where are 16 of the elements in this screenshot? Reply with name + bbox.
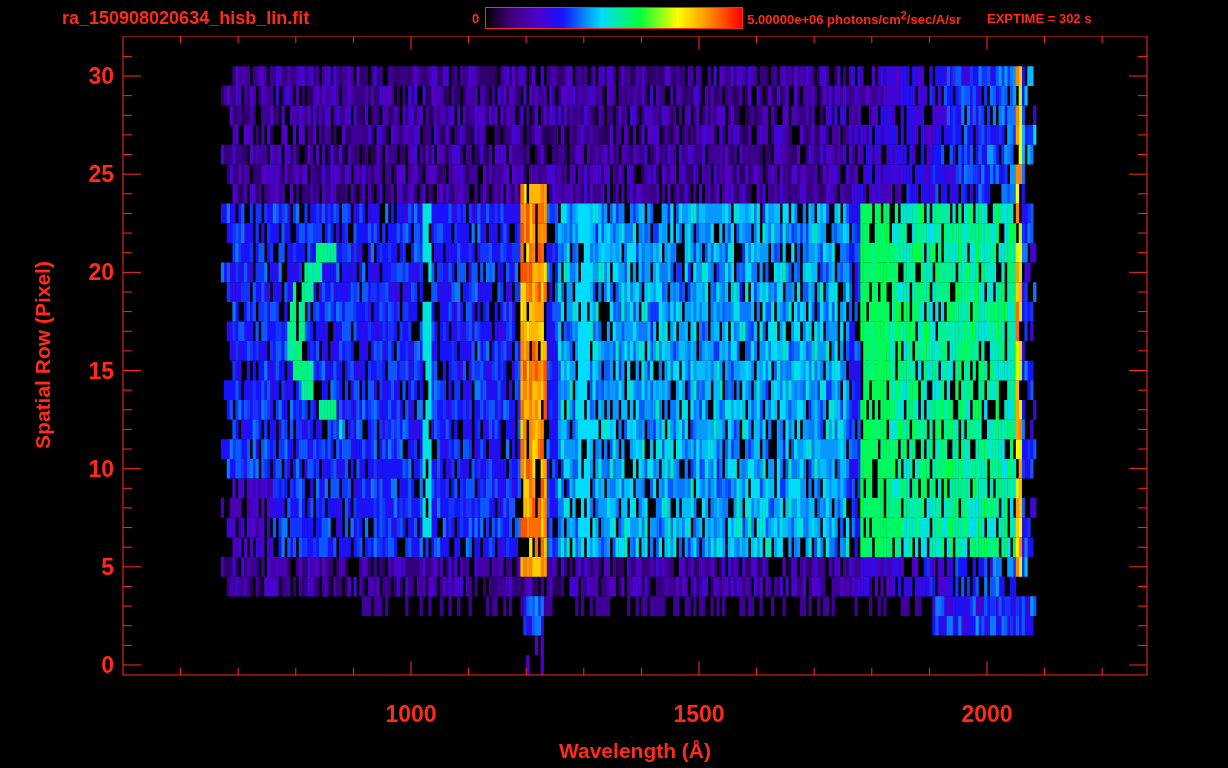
y-tick-label: 20 [88,259,114,286]
y-tick-label: 15 [88,357,114,384]
x-tick-label: 1500 [673,701,725,727]
colorbar-min-label: 0 [472,10,480,26]
y-tick-label: 10 [88,455,114,482]
y-tick-label: 30 [88,63,114,89]
y-tick-label: 25 [88,161,114,188]
exposure-time: EXPTIME = 302 s [987,10,1092,26]
y-tick-label: 0 [101,652,114,678]
x-tick-label: 2000 [961,701,1013,727]
x-axis-label: Wavelength (Å) [558,739,712,762]
colorbar-max-label: 5.00000e+06 photons/cm$^{2}$/sec/A/sr [747,8,962,28]
y-axis-label: Spatial Row (Pixel) [31,261,54,449]
file-title: ra_150908020634_hisb_lin.fit [62,7,311,29]
y-tick-label: 5 [101,553,114,580]
x-tick-label: 1000 [385,701,437,727]
